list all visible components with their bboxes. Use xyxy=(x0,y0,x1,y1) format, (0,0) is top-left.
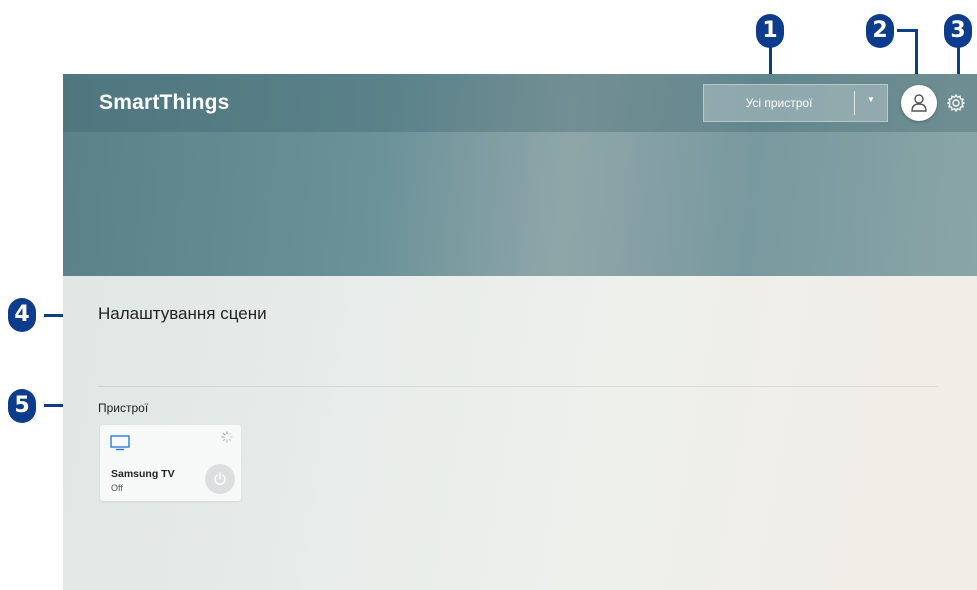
top-bar: SmartThings Усі пристрої ▼ xyxy=(63,74,977,132)
device-name: Samsung TV xyxy=(111,468,175,480)
dropdown-separator xyxy=(854,91,855,115)
device-filter-label: Усі пристрої xyxy=(745,96,813,110)
callout-line-2a xyxy=(897,29,917,32)
devices-heading: Пристрої xyxy=(98,401,149,415)
account-button[interactable] xyxy=(901,85,937,121)
callout-3: 3 xyxy=(944,14,972,48)
callout-2: 2 xyxy=(866,14,894,48)
loading-spinner-icon xyxy=(221,431,233,443)
app-title: SmartThings xyxy=(99,91,230,114)
device-status: Off xyxy=(111,483,123,493)
scene-settings-heading[interactable]: Налаштування сцени xyxy=(98,304,267,324)
callout-number: 4 xyxy=(14,302,30,327)
callout-5: 5 xyxy=(8,389,36,423)
power-icon xyxy=(214,472,226,486)
account-icon xyxy=(911,94,927,112)
callout-4: 4 xyxy=(8,298,36,332)
power-button[interactable] xyxy=(205,464,235,494)
callout-number: 5 xyxy=(14,393,30,418)
device-filter-dropdown[interactable]: Усі пристрої ▼ xyxy=(703,84,888,122)
callout-number: 2 xyxy=(872,18,888,43)
callout-number: 1 xyxy=(762,18,778,43)
section-divider xyxy=(98,386,938,387)
smartthings-screen: SmartThings Усі пристрої ▼ Налаштування … xyxy=(63,74,977,590)
tv-icon xyxy=(110,435,130,451)
caret-down-icon: ▼ xyxy=(867,95,875,104)
callout-1: 1 xyxy=(756,14,784,48)
settings-button[interactable] xyxy=(946,93,966,113)
callout-number: 3 xyxy=(950,18,966,43)
gear-icon xyxy=(946,93,966,113)
device-card[interactable]: Samsung TV Off xyxy=(100,425,241,501)
